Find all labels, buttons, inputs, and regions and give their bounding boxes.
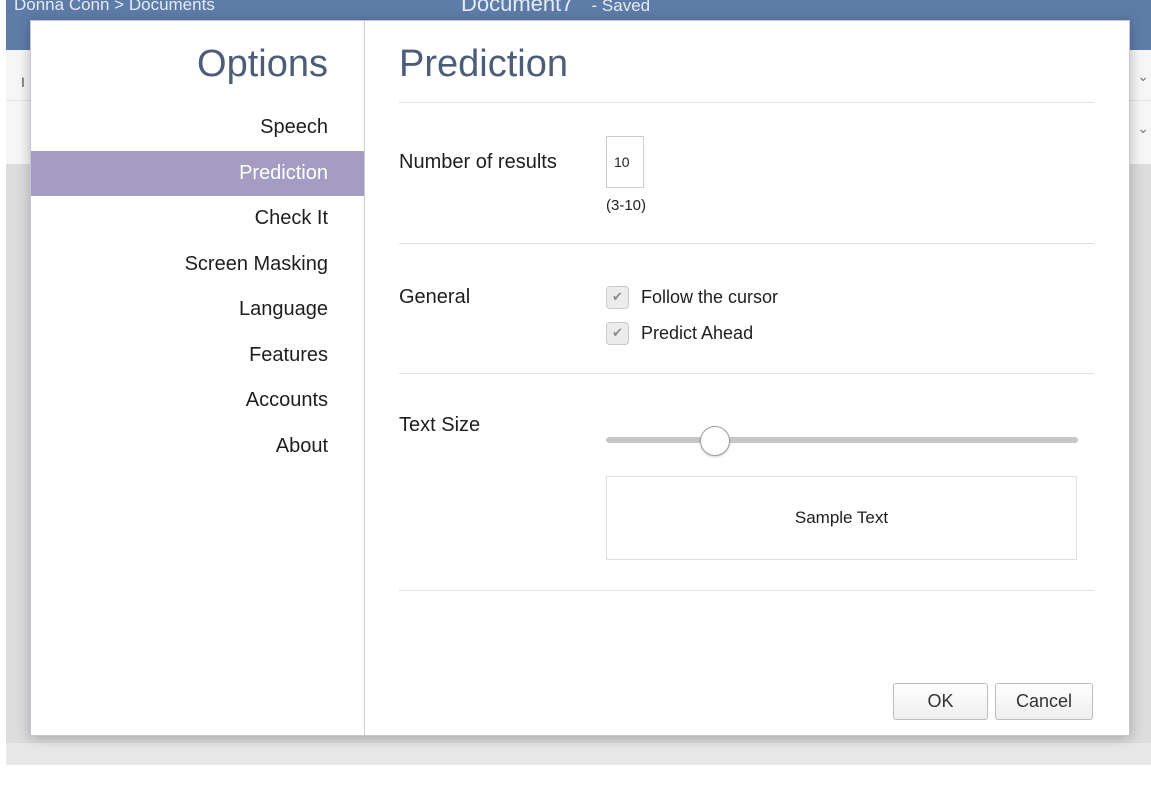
nav-item-features[interactable]: Features bbox=[31, 333, 364, 379]
toolbar-left-text: I bbox=[21, 74, 25, 90]
sidebar-title: Options bbox=[197, 43, 328, 85]
text-size-slider-handle[interactable] bbox=[700, 426, 730, 456]
checkmark-icon: ✔ bbox=[612, 289, 623, 304]
section-divider bbox=[399, 373, 1094, 374]
nav-item-accounts[interactable]: Accounts bbox=[31, 378, 364, 424]
follow-cursor-option[interactable]: ✔ Follow the cursor bbox=[606, 285, 778, 309]
nav-item-speech[interactable]: Speech bbox=[31, 105, 364, 151]
number-of-results-hint: (3-10) bbox=[606, 197, 647, 214]
predict-ahead-option[interactable]: ✔ Predict Ahead bbox=[606, 321, 753, 345]
nav-item-screen-masking[interactable]: Screen Masking bbox=[31, 242, 364, 288]
options-nav: Speech Prediction Check It Screen Maskin… bbox=[31, 105, 364, 469]
chevron-down-icon[interactable]: ⌄ bbox=[1137, 120, 1149, 137]
section-divider bbox=[399, 590, 1094, 591]
text-size-label: Text Size bbox=[399, 414, 481, 436]
document-name: Document7 bbox=[461, 0, 574, 16]
follow-cursor-label: Follow the cursor bbox=[641, 286, 779, 307]
nav-item-prediction[interactable]: Prediction bbox=[31, 150, 364, 196]
nav-item-about[interactable]: About bbox=[31, 424, 364, 470]
number-of-results-input[interactable] bbox=[606, 136, 644, 188]
options-dialog: Options Speech Prediction Check It Scree… bbox=[30, 20, 1130, 736]
chevron-down-icon[interactable]: ⌄ bbox=[1137, 68, 1149, 85]
section-divider bbox=[399, 243, 1094, 244]
save-status: - Saved bbox=[591, 0, 651, 15]
checkmark-icon: ✔ bbox=[612, 325, 623, 340]
nav-item-language[interactable]: Language bbox=[31, 287, 364, 333]
follow-cursor-checkbox[interactable]: ✔ bbox=[606, 285, 629, 309]
general-label: General bbox=[399, 286, 471, 308]
document-title: Document7 - Saved bbox=[461, 0, 650, 17]
options-content: Prediction Number of results (3-10) Gene… bbox=[366, 21, 1129, 735]
footer-band bbox=[6, 743, 1151, 765]
ok-button[interactable]: OK bbox=[893, 683, 988, 720]
predict-ahead-checkbox[interactable]: ✔ bbox=[606, 321, 629, 345]
predict-ahead-label: Predict Ahead bbox=[641, 322, 754, 343]
cancel-button[interactable]: Cancel bbox=[995, 683, 1093, 720]
nav-item-check-it[interactable]: Check It bbox=[31, 196, 364, 242]
breadcrumb[interactable]: Donna Conn > Documents bbox=[14, 0, 215, 15]
number-of-results-label: Number of results bbox=[399, 151, 557, 173]
sample-text-preview: Sample Text bbox=[606, 476, 1077, 560]
options-sidebar: Options Speech Prediction Check It Scree… bbox=[31, 21, 365, 735]
page-title: Prediction bbox=[399, 43, 568, 85]
text-size-slider-track[interactable] bbox=[606, 437, 1078, 443]
section-divider bbox=[399, 102, 1094, 103]
